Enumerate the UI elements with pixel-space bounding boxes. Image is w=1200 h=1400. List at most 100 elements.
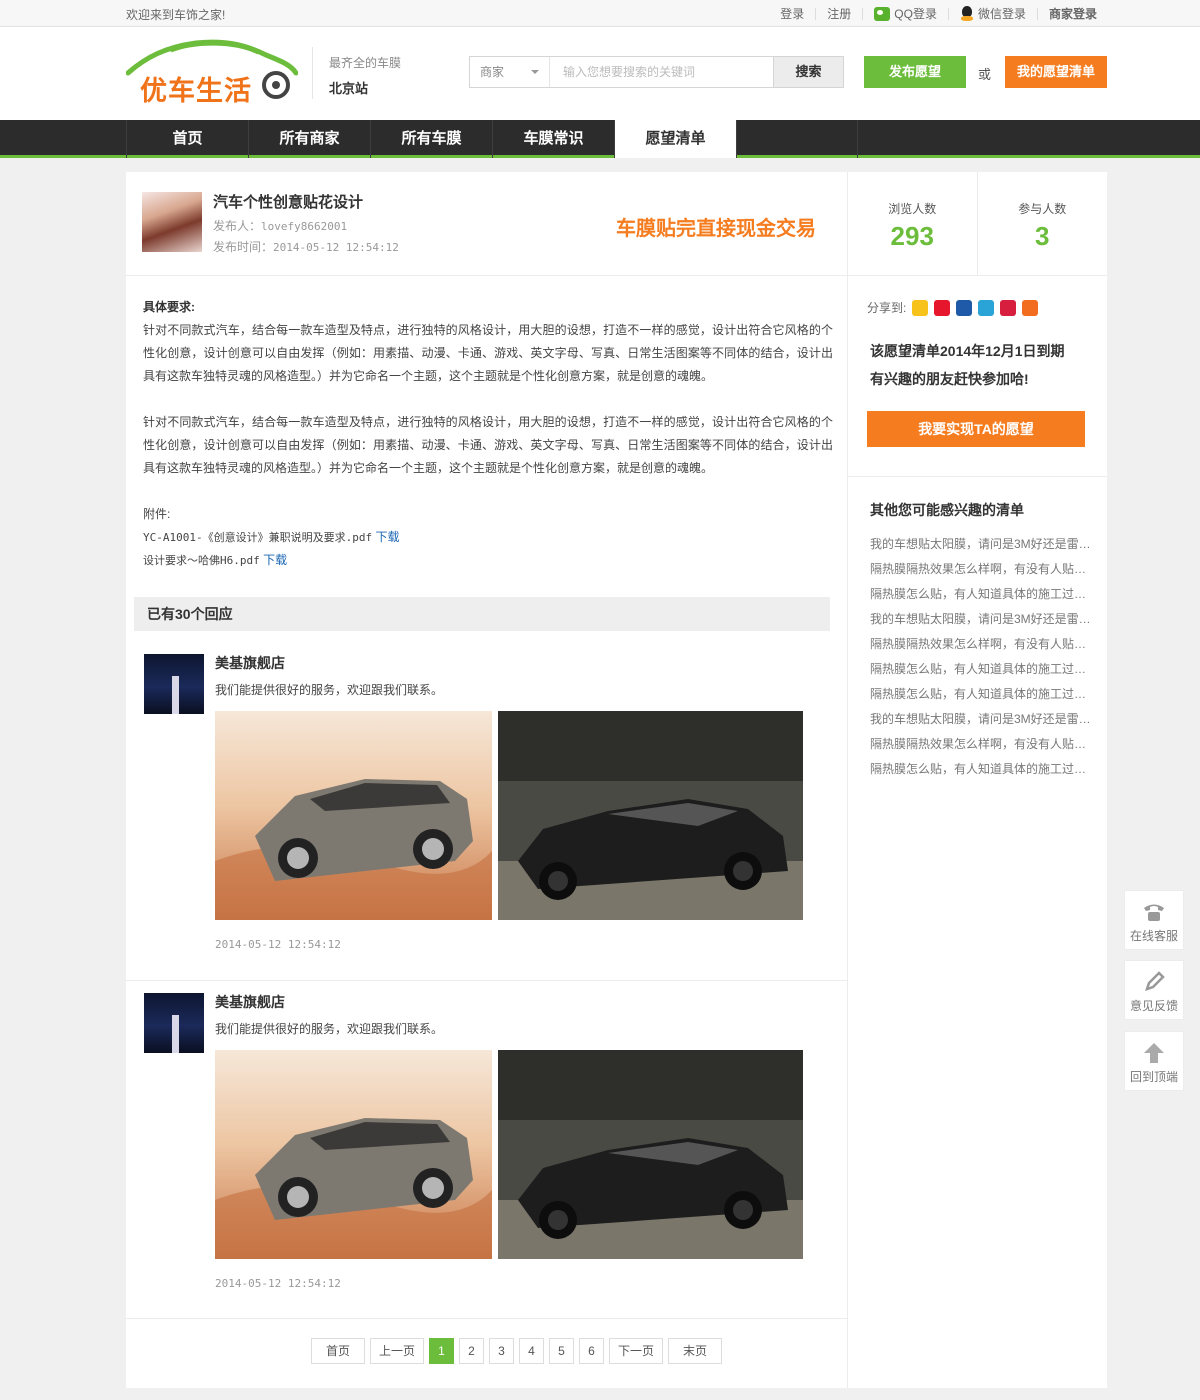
related-item[interactable]: 我的车想贴太阳膜，请问是3M好还是雷朋好 <box>870 532 1092 557</box>
register-link[interactable]: 注册 <box>816 5 862 22</box>
related-item[interactable]: 隔热膜怎么贴，有人知道具体的施工过程吗 <box>870 582 1092 607</box>
or-text: 或 <box>978 67 992 82</box>
reply-time: 2014-05-12 12:54:12 <box>215 938 341 951</box>
merchant-avatar[interactable] <box>144 993 204 1053</box>
views-count: 293 <box>890 221 934 251</box>
merchant-name[interactable]: 美基旗舰店 <box>215 992 285 1012</box>
search-category-label: 商家 <box>480 65 505 79</box>
wish-header: 汽车个性创意贴花设计 发布人：lovefy8662001 发布时间：2014-0… <box>126 172 847 276</box>
top-links: 登录 注册 QQ登录 微信登录 商家登录 <box>769 5 1108 22</box>
related-item[interactable]: 隔热膜隔热效果怎么样啊，有没有人贴过的 <box>870 557 1092 582</box>
related-item[interactable]: 我的车想贴太阳膜，请问是3M好还是雷朋好 <box>870 607 1092 632</box>
more-share-icon[interactable] <box>1022 299 1039 316</box>
page-number[interactable]: 3 <box>489 1338 514 1364</box>
nav-spacer <box>736 120 858 158</box>
renren-icon[interactable] <box>956 299 973 316</box>
qq-login-link[interactable]: QQ登录 <box>863 5 948 22</box>
qq-penguin-icon <box>960 5 974 22</box>
logo-text: 优车生活 <box>140 76 252 107</box>
nav-item-home[interactable]: 首页 <box>126 120 248 158</box>
deadline-notice: 该愿望清单2014年12月1日到期 有兴趣的朋友赶快参加哈! <box>870 337 1065 393</box>
related-item[interactable]: 隔热膜隔热效果怎么样啊，有没有人贴过的 <box>870 632 1092 657</box>
fulfill-wish-button[interactable]: 我要实现TA的愿望 <box>867 411 1085 447</box>
nav-item-knowledge[interactable]: 车膜常识 <box>492 120 614 158</box>
site-logo[interactable]: 优车生活 <box>125 39 299 107</box>
my-wishlist-button[interactable]: 我的愿望清单 <box>1005 56 1107 88</box>
download-link[interactable]: 下载 <box>263 553 287 567</box>
wish-body: 具体要求: 针对不同款式汽车，结合每一款车造型及特点，进行独特的风格设计，用大胆… <box>143 296 833 572</box>
reply-text: 我们能提供很好的服务，欢迎跟我们联系。 <box>215 1022 444 1036</box>
wechat-icon <box>874 6 891 21</box>
related-item[interactable]: 隔热膜隔热效果怎么样啊，有没有人贴过的 <box>870 732 1092 757</box>
reply-photo-sedan[interactable] <box>498 1050 803 1259</box>
online-service-button[interactable]: 在线客服 <box>1124 890 1184 950</box>
requirements-label: 具体要求: <box>143 300 195 314</box>
wish-stats: 浏览人数 293 参与人数 3 <box>848 172 1107 276</box>
wish-title: 汽车个性创意贴花设计 <box>213 194 364 211</box>
page-prev-button[interactable]: 上一页 <box>370 1338 424 1364</box>
tencent-weibo-icon[interactable] <box>978 299 995 316</box>
main-nav: 首页 所有商家 所有车膜 车膜常识 愿望清单 <box>0 120 1200 158</box>
page-number[interactable]: 2 <box>459 1338 484 1364</box>
reply-photo-suv[interactable] <box>215 1050 492 1259</box>
attachment-item: 设计要求～哈佛H6.pdf 下载 <box>143 549 833 572</box>
related-list: 我的车想贴太阳膜，请问是3M好还是雷朋好 隔热膜隔热效果怎么样啊，有没有人贴过的… <box>870 532 1092 782</box>
participants-count: 3 <box>1035 221 1050 251</box>
page-number[interactable]: 6 <box>579 1338 604 1364</box>
participants-stat: 参与人数 3 <box>978 172 1108 276</box>
related-title: 其他您可能感兴趣的清单 <box>870 502 1024 518</box>
wish-slogan: 车膜贴完直接现金交易 <box>616 218 816 240</box>
publish-wish-button[interactable]: 发布愿望 <box>864 56 966 88</box>
related-item[interactable]: 我的车想贴太阳膜，请问是3M好还是雷朋好 <box>870 707 1092 732</box>
merchant-name[interactable]: 美基旗舰店 <box>215 653 285 673</box>
page-first-button[interactable]: 首页 <box>311 1338 365 1364</box>
requirements-paragraph: 针对不同款式汽车，结合每一款车造型及特点，进行独特的风格设计，用大胆的设想，打造… <box>143 323 833 383</box>
related-item[interactable]: 隔热膜怎么贴，有人知道具体的施工过程吗 <box>870 757 1092 782</box>
publisher-avatar[interactable] <box>142 192 202 252</box>
page-last-button[interactable]: 末页 <box>668 1338 722 1364</box>
attachment-name: YC-A1001-《创意设计》兼职说明及要求.pdf <box>143 531 373 544</box>
page-next-button[interactable]: 下一页 <box>609 1338 663 1364</box>
reply-photo-sedan[interactable] <box>498 711 803 920</box>
publisher-label: 发布人： <box>213 219 262 233</box>
views-stat: 浏览人数 293 <box>848 172 978 276</box>
divider <box>848 476 1107 477</box>
pencil-icon <box>1145 971 1165 991</box>
download-link[interactable]: 下载 <box>375 530 399 544</box>
search-button[interactable]: 搜索 <box>773 57 843 87</box>
page-number[interactable]: 1 <box>429 1338 454 1364</box>
nav-item-merchants[interactable]: 所有商家 <box>248 120 370 158</box>
reply-text: 我们能提供很好的服务，欢迎跟我们联系。 <box>215 683 444 697</box>
feedback-button[interactable]: 意见反馈 <box>1124 960 1184 1020</box>
share-label: 分享到: <box>867 301 907 315</box>
wechat-login-link[interactable]: 微信登录 <box>949 5 1037 22</box>
publisher-name: lovefy8662001 <box>261 220 348 233</box>
back-to-top-button[interactable]: 回到顶端 <box>1124 1031 1184 1091</box>
login-link[interactable]: 登录 <box>769 5 815 22</box>
main-content: 汽车个性创意贴花设计 发布人：lovefy8662001 发布时间：2014-0… <box>126 172 847 1388</box>
qzone-icon[interactable] <box>912 299 929 316</box>
weibo-icon[interactable] <box>934 299 951 316</box>
search-bar: 商家 搜索 <box>469 56 844 88</box>
related-item[interactable]: 隔热膜怎么贴，有人知道具体的施工过程吗 <box>870 657 1092 682</box>
deadline-line: 该愿望清单2014年12月1日到期 <box>870 343 1065 359</box>
views-label: 浏览人数 <box>888 202 937 216</box>
city-block: 最齐全的车膜 北京站 <box>312 47 401 99</box>
back-to-top-label: 回到顶端 <box>1129 1070 1178 1084</box>
page-number[interactable]: 5 <box>549 1338 574 1364</box>
page-number[interactable]: 4 <box>519 1338 544 1364</box>
participants-label: 参与人数 <box>1018 202 1067 216</box>
pagination: 首页 上一页 1 2 3 4 5 6 下一页 末页 <box>126 1318 847 1388</box>
merchant-login-link[interactable]: 商家登录 <box>1038 5 1108 22</box>
search-category-select[interactable]: 商家 <box>470 57 550 87</box>
reply-photo-suv[interactable] <box>215 711 492 920</box>
nav-item-wishlist[interactable]: 愿望清单 <box>614 120 736 158</box>
search-input[interactable] <box>551 57 773 87</box>
online-service-label: 在线客服 <box>1129 929 1178 943</box>
merchant-avatar[interactable] <box>144 654 204 714</box>
wish-time: 发布时间：2014-05-12 12:54:12 <box>213 238 399 255</box>
kaixin-icon[interactable] <box>1000 299 1017 316</box>
related-item[interactable]: 隔热膜怎么贴，有人知道具体的施工过程吗 <box>870 682 1092 707</box>
city-switcher[interactable]: 北京站 <box>329 78 401 97</box>
nav-item-films[interactable]: 所有车膜 <box>370 120 492 158</box>
